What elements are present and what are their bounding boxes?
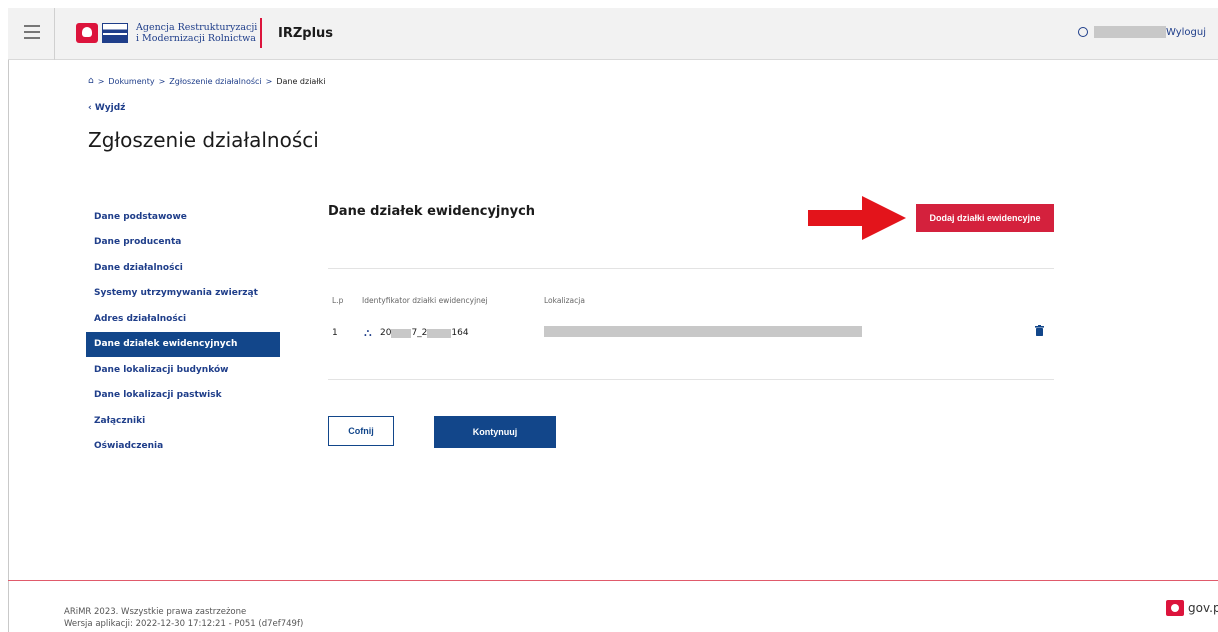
breadcrumb-separator: >	[97, 76, 105, 86]
plot-id-end: 164	[451, 328, 469, 338]
sidebar-item-dane-dzialek[interactable]: Dane działek ewidencyjnych	[86, 331, 280, 357]
divider-bottom	[328, 379, 1054, 380]
footer-copyright: ARiMR 2023. Wszystkie prawa zastrzeżone	[64, 607, 247, 617]
home-icon[interactable]: ⌂	[88, 76, 94, 86]
plot-id-redacted	[391, 328, 412, 338]
plot-id-redacted	[427, 328, 452, 338]
arimr-mark-icon	[102, 23, 128, 43]
back-button[interactable]: Cofnij	[328, 416, 394, 446]
header-divider	[54, 8, 55, 60]
breadcrumb-item-zgloszenie[interactable]: Zgłoszenie działalności	[169, 77, 261, 86]
red-arrow-annotation-icon	[808, 196, 906, 240]
sidebar-item-lokalizacji-budynkow[interactable]: Dane lokalizacji budynków	[86, 357, 280, 383]
breadcrumb-separator: >	[158, 76, 166, 86]
sidebar-item-dane-dzialalnosci[interactable]: Dane działalności	[86, 255, 280, 281]
logo-separator	[260, 18, 262, 48]
gov-label: gov.p	[1188, 601, 1218, 615]
sidebar-item-oswiadczenia[interactable]: Oświadczenia	[86, 434, 280, 460]
user-area: Wyloguj	[1078, 26, 1206, 38]
agency-name-line1: Agencja Restrukturyzacji	[136, 22, 258, 33]
col-header-lokalizacja: Lokalizacja	[544, 296, 585, 305]
location-redacted	[544, 326, 862, 337]
step-sidebar: Dane podstawowe Dane producenta Dane dzi…	[86, 204, 280, 459]
sidebar-item-adres-dzialalnosci[interactable]: Adres działalności	[86, 306, 280, 332]
gov-logo[interactable]: gov.p	[1166, 600, 1218, 616]
footer-divider	[8, 580, 1218, 581]
map-parcel-icon[interactable]: ⛬	[364, 326, 372, 340]
section-title: Dane działek ewidencyjnych	[328, 204, 536, 219]
logout-link[interactable]: Wyloguj	[1166, 27, 1206, 38]
sidebar-item-dane-podstawowe[interactable]: Dane podstawowe	[86, 204, 280, 230]
divider-top	[328, 268, 1054, 269]
arimr-logo[interactable]: Agencja Restrukturyzacji i Modernizacji …	[76, 22, 266, 44]
sidebar-item-dane-producenta[interactable]: Dane producenta	[86, 230, 280, 256]
breadcrumb-current: Dane działki	[276, 76, 326, 86]
col-header-lp: L.p	[332, 296, 344, 305]
sidebar-item-zalaczniki[interactable]: Załączniki	[86, 408, 280, 434]
sidebar-item-lokalizacji-pastwisk[interactable]: Dane lokalizacji pastwisk	[86, 383, 280, 409]
col-header-identyfikator: Identyfikator działki ewidencyjnej	[362, 296, 488, 305]
plot-id-start: 20	[380, 328, 392, 338]
footer-version: Wersja aplikacji: 2022-12-30 17:12:21 - …	[64, 619, 304, 629]
breadcrumb: ⌂ > Dokumenty > Zgłoszenie działalności …	[88, 76, 325, 86]
user-name-redacted	[1094, 26, 1166, 38]
exit-link[interactable]: ‹ Wyjdź	[88, 103, 125, 113]
app-name[interactable]: IRZplus	[278, 26, 333, 41]
add-plots-button[interactable]: Dodaj działki ewidencyjne	[916, 204, 1054, 232]
continue-button[interactable]: Kontynuuj	[434, 416, 556, 448]
breadcrumb-separator: >	[265, 76, 273, 86]
sidebar-item-systemy-utrzymywania[interactable]: Systemy utrzymywania zwierząt	[86, 281, 280, 307]
breadcrumb-item-dokumenty[interactable]: Dokumenty	[108, 77, 154, 86]
user-circle-icon	[1078, 27, 1088, 37]
hamburger-menu-icon[interactable]	[24, 25, 40, 39]
plot-id-mid: 7_2	[411, 328, 428, 338]
page-title: Zgłoszenie działalności	[88, 128, 319, 152]
agency-name: Agencja Restrukturyzacji i Modernizacji …	[136, 22, 266, 44]
footer-info: ARiMR 2023. Wszystkie prawa zastrzeżone …	[64, 606, 303, 630]
polish-eagle-icon	[1166, 600, 1184, 616]
plot-identifier: 20 7_2 164	[380, 328, 469, 338]
polish-eagle-icon	[76, 23, 98, 43]
top-header: Agencja Restrukturyzacji i Modernizacji …	[8, 8, 1218, 60]
agency-name-line2: i Modernizacji Rolnictwa	[136, 33, 256, 44]
trash-icon[interactable]	[1035, 325, 1044, 336]
table-row-lp: 1	[332, 328, 338, 338]
